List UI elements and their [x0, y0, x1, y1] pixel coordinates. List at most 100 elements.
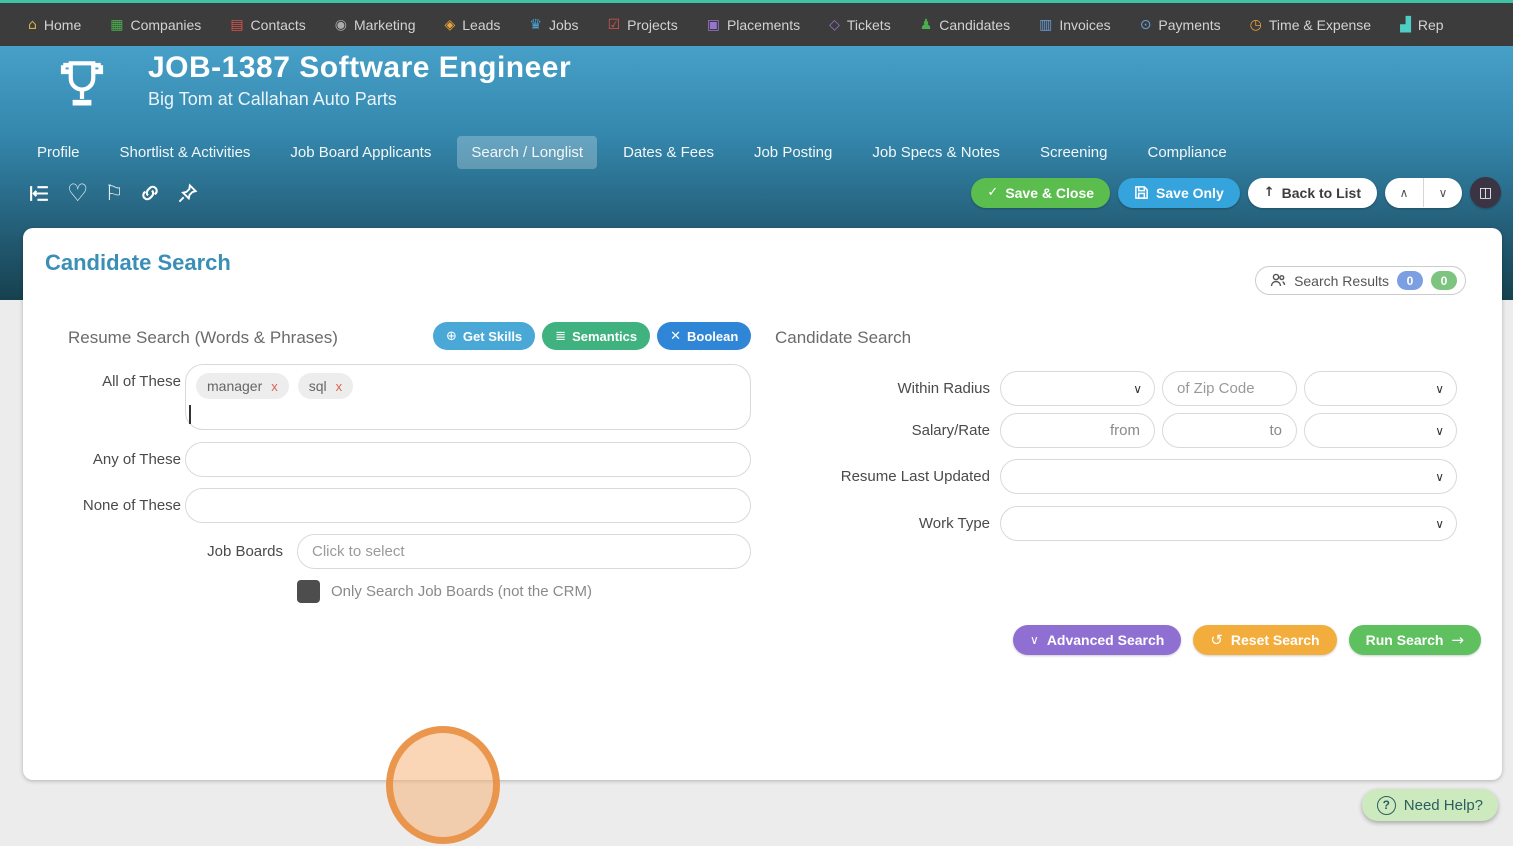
salary-from-input[interactable] — [1000, 413, 1155, 448]
nav-item-placements[interactable]: ▣ Placements — [707, 17, 800, 33]
nav-item-home[interactable]: ⌂ Home — [28, 17, 81, 33]
nav-item-companies[interactable]: ▦ Companies — [110, 17, 201, 33]
time-expense-icon: ◷ — [1249, 16, 1262, 33]
reset-search-button[interactable]: ↺ Reset Search — [1193, 625, 1337, 655]
tab-compliance[interactable]: Compliance — [1133, 136, 1240, 169]
heart-icon[interactable]: ♡ — [67, 181, 89, 205]
resume-last-updated-label: Resume Last Updated — [840, 468, 990, 485]
need-help-label: Need Help? — [1403, 796, 1483, 814]
record-pager: ∧ ∨ — [1385, 177, 1462, 208]
boolean-button[interactable]: ✕ Boolean — [657, 322, 752, 350]
chevron-down-icon: ∨ — [1030, 633, 1039, 647]
semantics-button[interactable]: ≣ Semantics — [542, 322, 651, 350]
nav-label: Candidates — [939, 16, 1011, 33]
next-record-button[interactable]: ∨ — [1424, 186, 1462, 200]
nav-item-payments[interactable]: ⊙ Payments — [1140, 17, 1221, 33]
resume-last-updated-select[interactable]: ∨ — [1000, 459, 1457, 494]
nav-item-invoices[interactable]: ▥ Invoices — [1039, 17, 1111, 33]
tab-job-board-applicants[interactable]: Job Board Applicants — [276, 136, 445, 169]
tab-screening[interactable]: Screening — [1026, 136, 1122, 169]
get-skills-label: Get Skills — [462, 328, 523, 344]
tab-dates-fees[interactable]: Dates & Fees — [609, 136, 728, 169]
nav-item-tickets[interactable]: ◇ Tickets — [829, 17, 891, 33]
top-nav: ⌂ Home ▦ Companies ▤ Contacts ◉ Marketing ◈ L… — [0, 0, 1513, 46]
tag-sql: sql x — [297, 373, 354, 399]
tab-search-longlist[interactable]: Search / Longlist — [457, 136, 598, 169]
chevron-down-icon: ∨ — [1435, 423, 1444, 438]
tab-profile[interactable]: Profile — [23, 136, 94, 169]
jobs-icon: ♛ — [529, 16, 542, 33]
advanced-search-button[interactable]: ∨ Advanced Search — [1013, 625, 1182, 655]
record-action-icons: ♡ ⚐ — [28, 181, 198, 205]
x-icon: ✕ — [670, 328, 682, 344]
radius-units-select[interactable]: ∨ — [1304, 371, 1457, 406]
back-to-list-button[interactable]: ↑ Back to List — [1247, 177, 1377, 208]
side-panel-toggle-button[interactable]: ◫ — [1470, 177, 1501, 208]
none-of-these-input[interactable] — [185, 488, 751, 523]
zip-code-input[interactable] — [1162, 371, 1297, 406]
nav-item-reports[interactable]: ▟ Rep — [1400, 17, 1443, 33]
tab-job-posting[interactable]: Job Posting — [740, 136, 846, 169]
search-results-button[interactable]: Search Results 0 0 — [1255, 266, 1466, 295]
run-search-label: Run Search — [1365, 632, 1444, 648]
link-icon[interactable] — [139, 182, 161, 204]
save-only-label: Save Only — [1156, 184, 1224, 201]
all-of-these-input[interactable]: manager x sql x — [185, 364, 751, 430]
invoices-icon: ▥ — [1039, 16, 1053, 33]
any-of-these-label: Any of These — [92, 451, 181, 468]
reports-icon: ▟ — [1400, 16, 1411, 33]
save-only-button[interactable]: Save Only — [1118, 177, 1240, 208]
only-job-boards-checkbox[interactable] — [297, 580, 320, 603]
tag-manager: manager x — [196, 373, 289, 399]
get-skills-button[interactable]: ⊕ Get Skills — [433, 322, 536, 350]
candidate-search-heading: Candidate Search — [775, 328, 912, 347]
prev-record-button[interactable]: ∧ — [1385, 186, 1423, 200]
save-close-label: Save & Close — [1005, 184, 1095, 201]
nav-label: Leads — [462, 16, 501, 33]
tab-shortlist-activities[interactable]: Shortlist & Activities — [106, 136, 265, 169]
projects-icon: ☑ — [607, 16, 621, 33]
nav-item-leads[interactable]: ◈ Leads — [444, 17, 500, 33]
placements-icon: ▣ — [706, 16, 720, 33]
tab-job-specs-notes[interactable]: Job Specs & Notes — [858, 136, 1014, 169]
payments-icon: ⊙ — [1139, 16, 1152, 33]
page-subtitle: Big Tom at Callahan Auto Parts — [148, 89, 397, 109]
nav-item-candidates[interactable]: ♟ Candidates — [920, 17, 1010, 33]
job-boards-input[interactable] — [297, 534, 751, 569]
leads-icon: ◈ — [444, 16, 456, 33]
radius-select[interactable]: ∨ — [1000, 371, 1155, 406]
home-icon: ⌂ — [28, 16, 37, 33]
none-of-these-label: None of These — [82, 497, 181, 514]
nav-item-marketing[interactable]: ◉ Marketing — [335, 17, 416, 33]
flag-icon[interactable]: ⚐ — [105, 182, 124, 204]
candidate-search-card: Candidate Search Search Results 0 0 Resu… — [23, 228, 1502, 844]
remove-tag-icon[interactable]: x — [271, 379, 278, 394]
arrow-up-icon: ↑ — [1263, 185, 1275, 200]
nav-label: Rep — [1417, 16, 1444, 33]
nav-item-jobs[interactable]: ♛ Jobs — [529, 17, 578, 33]
within-radius-label: Within Radius — [897, 380, 990, 397]
pin-icon[interactable] — [177, 182, 198, 204]
work-type-select[interactable]: ∨ — [1000, 506, 1457, 541]
nav-item-contacts[interactable]: ▤ Contacts — [230, 17, 305, 33]
save-close-button[interactable]: ✓ Save & Close — [971, 177, 1111, 208]
advanced-search-label: Advanced Search — [1046, 632, 1165, 648]
boolean-label: Boolean — [687, 328, 739, 344]
marketing-icon: ◉ — [334, 16, 348, 33]
remove-tag-icon[interactable]: x — [336, 379, 343, 394]
nav-item-time-expense[interactable]: ◷ Time & Expense — [1250, 17, 1371, 33]
run-search-button[interactable]: Run Search → — [1348, 625, 1481, 655]
nav-label: Jobs — [548, 16, 579, 33]
nav-item-projects[interactable]: ☑ Projects — [608, 17, 678, 33]
nav-label: Tickets — [846, 16, 891, 33]
need-help-button[interactable]: ? Need Help? — [1361, 789, 1498, 821]
panel-icon: ◫ — [1478, 184, 1493, 201]
salary-period-select[interactable]: ∨ — [1304, 413, 1457, 448]
salary-to-input[interactable] — [1162, 413, 1297, 448]
outline-panel-icon[interactable] — [28, 182, 51, 205]
nav-label: Time & Expense — [1268, 16, 1372, 33]
people-icon — [1269, 272, 1286, 289]
check-icon: ✓ — [987, 185, 999, 200]
any-of-these-input[interactable] — [185, 442, 751, 477]
candidates-icon: ♟ — [919, 16, 933, 33]
